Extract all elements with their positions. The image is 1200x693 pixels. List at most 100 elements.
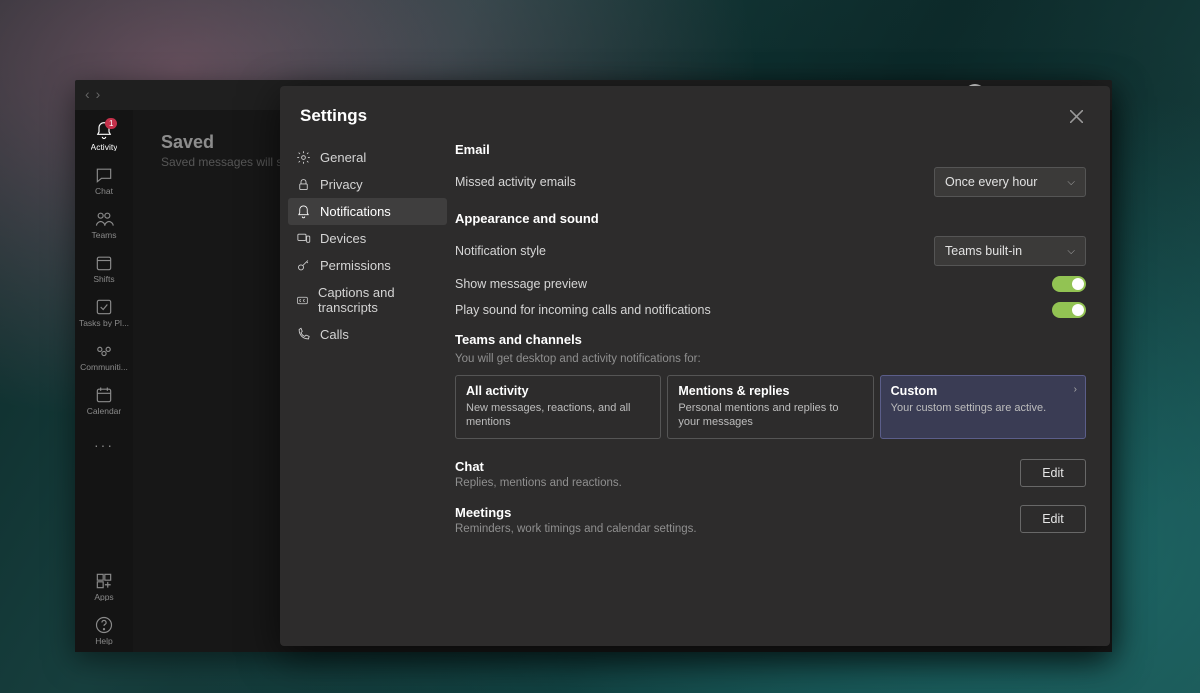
nav-label: Permissions <box>320 258 391 273</box>
section-meetings: Meetings Reminders, work timings and cal… <box>455 505 1086 535</box>
chat-desc: Replies, mentions and reactions. <box>455 477 622 489</box>
teams-cards: All activity New messages, reactions, an… <box>455 375 1086 439</box>
settings-body: General Privacy Notifications Devices Pe… <box>280 138 1110 646</box>
missed-emails-label: Missed activity emails <box>455 175 576 189</box>
missed-emails-select[interactable]: Once every hour ⌵ <box>934 167 1086 197</box>
close-icon <box>1070 110 1083 123</box>
settings-header: Settings <box>280 86 1110 138</box>
chevron-down-icon: ⌵ <box>1067 246 1075 257</box>
forward-button[interactable]: › <box>96 86 101 102</box>
rail-tasks[interactable]: Tasks by Pl... <box>75 290 133 334</box>
nav-label: Captions and transcripts <box>318 285 439 315</box>
history-nav: ‹ › <box>85 86 100 102</box>
lock-icon <box>296 177 311 192</box>
rail-communities[interactable]: Communiti... <box>75 334 133 378</box>
card-desc: Personal mentions and replies to your me… <box>678 401 862 430</box>
rail-label: Apps <box>94 593 113 602</box>
chat-edit-button[interactable]: Edit <box>1020 459 1086 487</box>
cc-icon <box>296 293 309 308</box>
nav-label: Notifications <box>320 204 391 219</box>
rail-help[interactable]: Help <box>75 608 133 652</box>
card-title: All activity <box>466 384 650 398</box>
notification-style-label: Notification style <box>455 244 546 258</box>
section-chat: Chat Replies, mentions and reactions. Ed… <box>455 459 1086 489</box>
message-preview-toggle[interactable] <box>1052 276 1086 292</box>
chevron-right-icon: › <box>1074 384 1077 395</box>
rail-teams[interactable]: Teams <box>75 202 133 246</box>
nav-devices[interactable]: Devices <box>288 225 447 252</box>
section-appearance-heading: Appearance and sound <box>455 211 1086 226</box>
bell-icon <box>296 204 311 219</box>
row-play-sound: Play sound for incoming calls and notifi… <box>455 302 1086 318</box>
rail-label: Teams <box>91 231 116 240</box>
chevron-down-icon: ⌵ <box>1067 177 1075 188</box>
rail-activity[interactable]: 1 Activity <box>75 114 133 158</box>
settings-dialog: Settings General Privacy Notifications <box>280 86 1110 646</box>
tasks-icon <box>94 297 114 317</box>
card-custom[interactable]: › Custom Your custom settings are active… <box>880 375 1086 439</box>
nav-general[interactable]: General <box>288 144 447 171</box>
community-icon <box>94 341 114 361</box>
settings-nav: General Privacy Notifications Devices Pe… <box>280 138 455 646</box>
nav-privacy[interactable]: Privacy <box>288 171 447 198</box>
select-value: Teams built-in <box>945 244 1022 258</box>
shifts-icon <box>94 253 114 273</box>
nav-label: Devices <box>320 231 366 246</box>
row-message-preview: Show message preview <box>455 276 1086 292</box>
card-title: Mentions & replies <box>678 384 862 398</box>
rail-calendar[interactable]: Calendar <box>75 378 133 422</box>
rail-label: Communiti... <box>80 363 128 372</box>
rail-label: Activity <box>91 143 118 152</box>
message-preview-label: Show message preview <box>455 277 587 291</box>
nav-notifications[interactable]: Notifications <box>288 198 447 225</box>
rail-label: Tasks by Pl... <box>79 319 129 328</box>
play-sound-toggle[interactable] <box>1052 302 1086 318</box>
key-icon <box>296 258 311 273</box>
teams-window: ‹ › 1 Activity Chat Teams Shifts Tasks b… <box>75 80 1112 652</box>
chat-icon <box>94 165 114 185</box>
rail-label: Calendar <box>87 407 122 416</box>
activity-badge: 1 <box>105 118 117 129</box>
meetings-edit-button[interactable]: Edit <box>1020 505 1086 533</box>
teams-subtitle: You will get desktop and activity notifi… <box>455 353 1086 365</box>
apps-icon <box>94 571 114 591</box>
rail-apps[interactable]: Apps <box>75 564 133 608</box>
back-button[interactable]: ‹ <box>85 86 90 102</box>
settings-title: Settings <box>300 106 367 126</box>
card-desc: Your custom settings are active. <box>891 401 1075 415</box>
nav-captions[interactable]: Captions and transcripts <box>288 279 447 321</box>
settings-content: Email Missed activity emails Once every … <box>455 138 1110 646</box>
notification-style-select[interactable]: Teams built-in ⌵ <box>934 236 1086 266</box>
rail-label: Shifts <box>93 275 114 284</box>
nav-calls[interactable]: Calls <box>288 321 447 348</box>
meetings-heading: Meetings <box>455 505 697 520</box>
nav-label: Calls <box>320 327 349 342</box>
card-all-activity[interactable]: All activity New messages, reactions, an… <box>455 375 661 439</box>
rail-label: Help <box>95 637 112 646</box>
chat-heading: Chat <box>455 459 622 474</box>
meetings-desc: Reminders, work timings and calendar set… <box>455 523 697 535</box>
more-icon: ··· <box>94 438 114 452</box>
nav-label: Privacy <box>320 177 363 192</box>
nav-permissions[interactable]: Permissions <box>288 252 447 279</box>
card-mentions-replies[interactable]: Mentions & replies Personal mentions and… <box>667 375 873 439</box>
section-email-heading: Email <box>455 142 1086 157</box>
row-missed-emails: Missed activity emails Once every hour ⌵ <box>455 167 1086 197</box>
calendar-icon <box>94 385 114 405</box>
play-sound-label: Play sound for incoming calls and notifi… <box>455 303 711 317</box>
row-notification-style: Notification style Teams built-in ⌵ <box>455 236 1086 266</box>
rail-more[interactable]: ··· <box>75 422 133 466</box>
select-value: Once every hour <box>945 175 1037 189</box>
card-desc: New messages, reactions, and all mention… <box>466 401 650 430</box>
gear-icon <box>296 150 311 165</box>
rail-label: Chat <box>95 187 113 196</box>
rail-shifts[interactable]: Shifts <box>75 246 133 290</box>
phone-icon <box>296 327 311 342</box>
close-settings-button[interactable] <box>1062 102 1090 130</box>
app-rail: 1 Activity Chat Teams Shifts Tasks by Pl… <box>75 110 133 652</box>
section-teams-heading: Teams and channels <box>455 332 1086 347</box>
rail-chat[interactable]: Chat <box>75 158 133 202</box>
nav-label: General <box>320 150 366 165</box>
devices-icon <box>296 231 311 246</box>
card-title: Custom <box>891 384 1075 398</box>
